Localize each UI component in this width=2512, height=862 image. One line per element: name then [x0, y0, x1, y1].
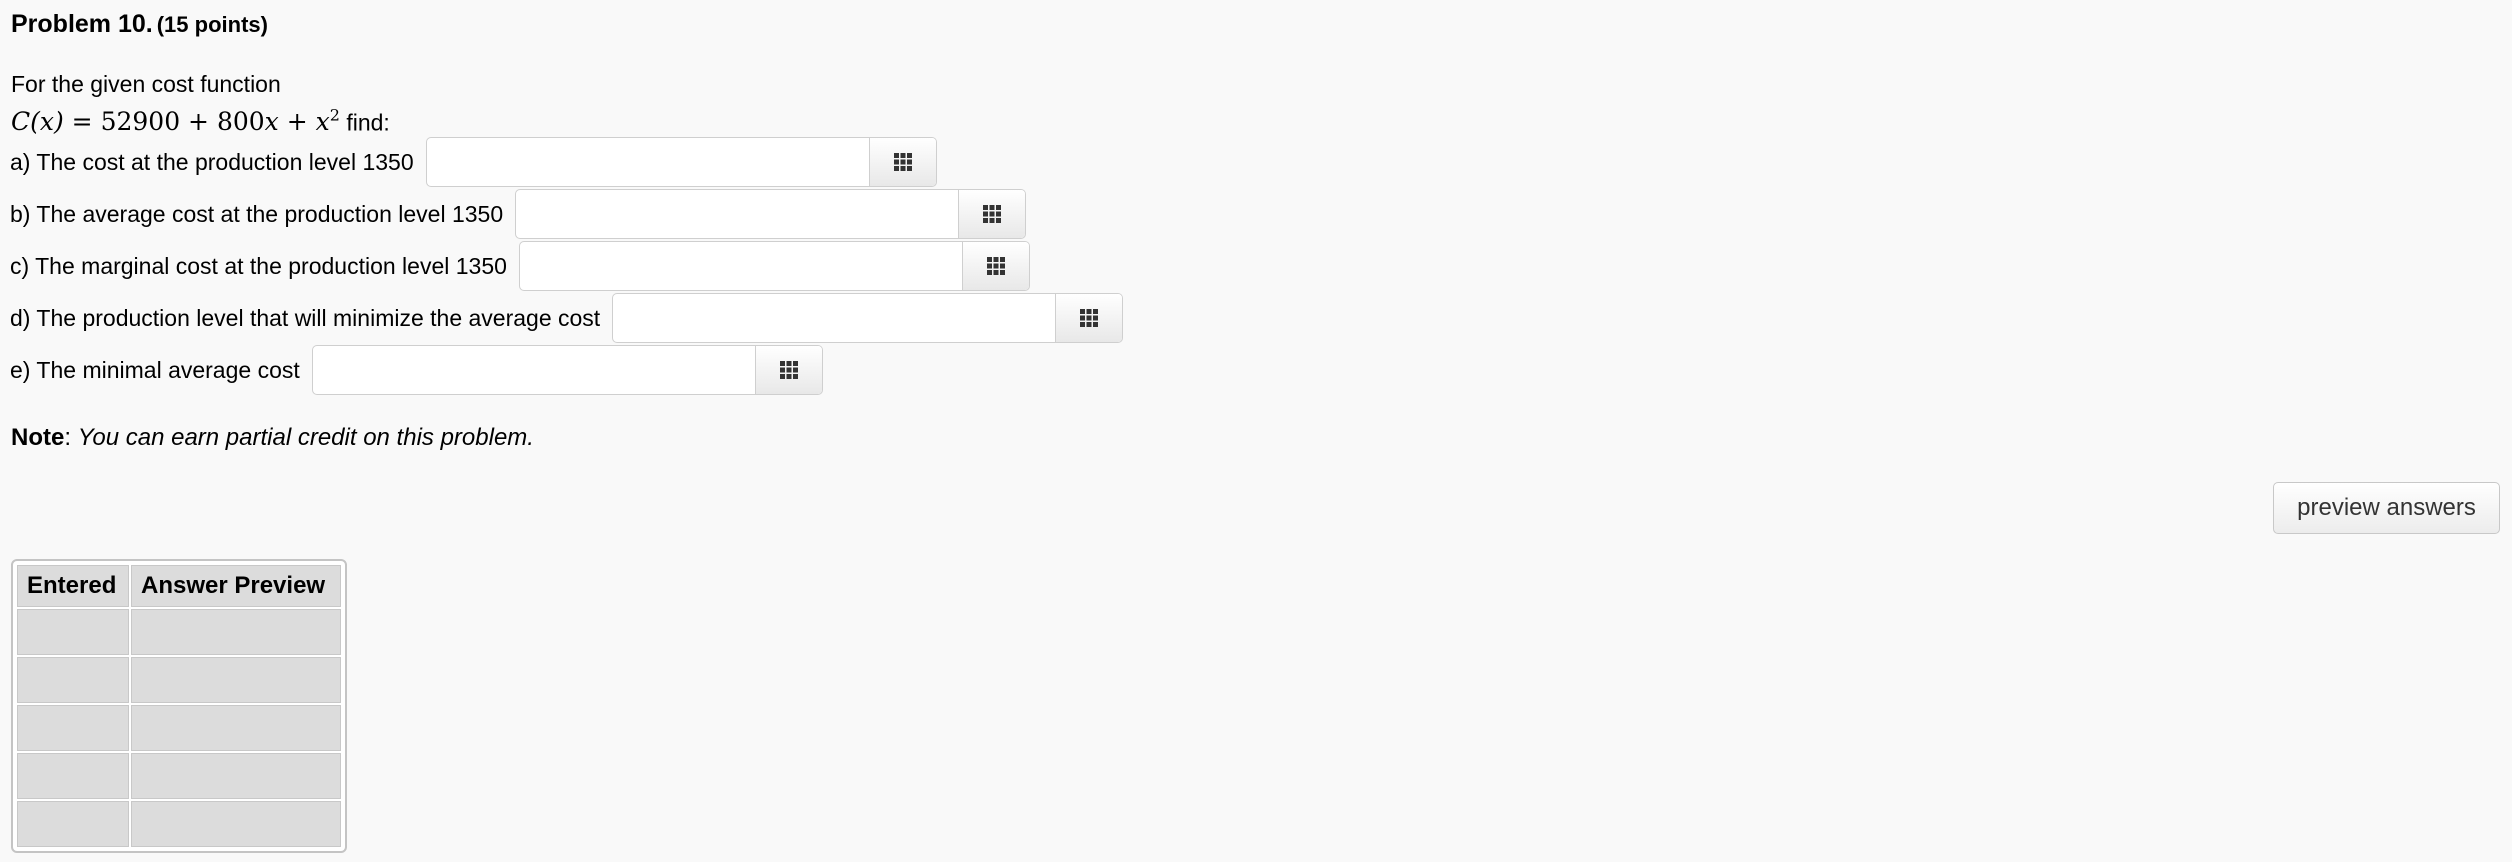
table-row [17, 609, 341, 655]
table-row [17, 801, 341, 847]
answer-input-b[interactable] [516, 190, 959, 238]
keypad-grid-icon [986, 257, 1005, 275]
question-b-label: b) The average cost at the production le… [10, 200, 504, 227]
keypad-grid-icon [1080, 309, 1099, 327]
intro-lead: For the given cost function [11, 71, 281, 97]
preview-cell [131, 801, 341, 847]
note-label: Note [11, 424, 65, 451]
table-row [17, 753, 341, 799]
cost-function: C(x) = 52900 + 800x + x2 find: [11, 100, 390, 138]
entered-cell [17, 705, 129, 751]
equation-editor-button-d[interactable] [1055, 294, 1123, 342]
problem-intro: For the given cost function C(x) = 52900… [11, 68, 390, 138]
equation-editor-button-e[interactable] [754, 346, 822, 394]
question-d: d) The production level that will minimi… [10, 293, 1124, 343]
equation-editor-button-a[interactable] [868, 138, 936, 186]
table-row [17, 705, 341, 751]
question-a: a) The cost at the production level 1350 [10, 137, 937, 187]
question-c: c) The marginal cost at the production l… [10, 241, 1030, 291]
answer-field-a [425, 137, 937, 187]
column-header-entered: Entered [17, 565, 129, 607]
answer-input-a[interactable] [426, 138, 869, 186]
preview-cell [131, 657, 341, 703]
table-row [17, 657, 341, 703]
question-b: b) The average cost at the production le… [10, 189, 1027, 239]
answer-field-b [515, 189, 1027, 239]
entered-cell [17, 801, 129, 847]
preview-answers-button[interactable]: preview answers [2273, 482, 2500, 534]
partial-credit-note: Note: You can earn partial credit on thi… [11, 424, 534, 451]
answer-preview-table: Entered Answer Preview [11, 559, 347, 853]
keypad-grid-icon [983, 205, 1002, 223]
question-e-label: e) The minimal average cost [10, 356, 300, 383]
preview-cell [131, 609, 341, 655]
keypad-grid-icon [893, 153, 912, 171]
entered-cell [17, 609, 129, 655]
entered-cell [17, 753, 129, 799]
note-text: You can earn partial credit on this prob… [77, 424, 534, 451]
answer-field-d [612, 293, 1124, 343]
equation-editor-button-b[interactable] [958, 190, 1026, 238]
problem-heading: Problem 10. (15 points) [11, 10, 268, 39]
question-a-label: a) The cost at the production level 1350 [10, 148, 414, 175]
question-d-label: d) The production level that will minimi… [10, 304, 601, 331]
answer-field-e [311, 345, 823, 395]
problem-title: Problem 10. [11, 10, 153, 38]
formula-suffix: find: [346, 109, 390, 136]
answer-field-c [518, 241, 1030, 291]
preview-cell [131, 705, 341, 751]
keypad-grid-icon [779, 361, 798, 379]
answer-input-d[interactable] [613, 294, 1056, 342]
column-header-answer-preview: Answer Preview [131, 565, 341, 607]
question-c-label: c) The marginal cost at the production l… [10, 252, 507, 279]
answer-input-c[interactable] [519, 242, 962, 290]
equation-editor-button-c[interactable] [961, 242, 1029, 290]
answer-input-e[interactable] [312, 346, 755, 394]
table-header-row: Entered Answer Preview [17, 565, 341, 607]
cost-formula: C(x) = 52900 + 800x + x2 [11, 106, 340, 137]
preview-cell [131, 753, 341, 799]
question-e: e) The minimal average cost [10, 345, 823, 395]
entered-cell [17, 657, 129, 703]
problem-points: (15 points) [156, 12, 268, 37]
